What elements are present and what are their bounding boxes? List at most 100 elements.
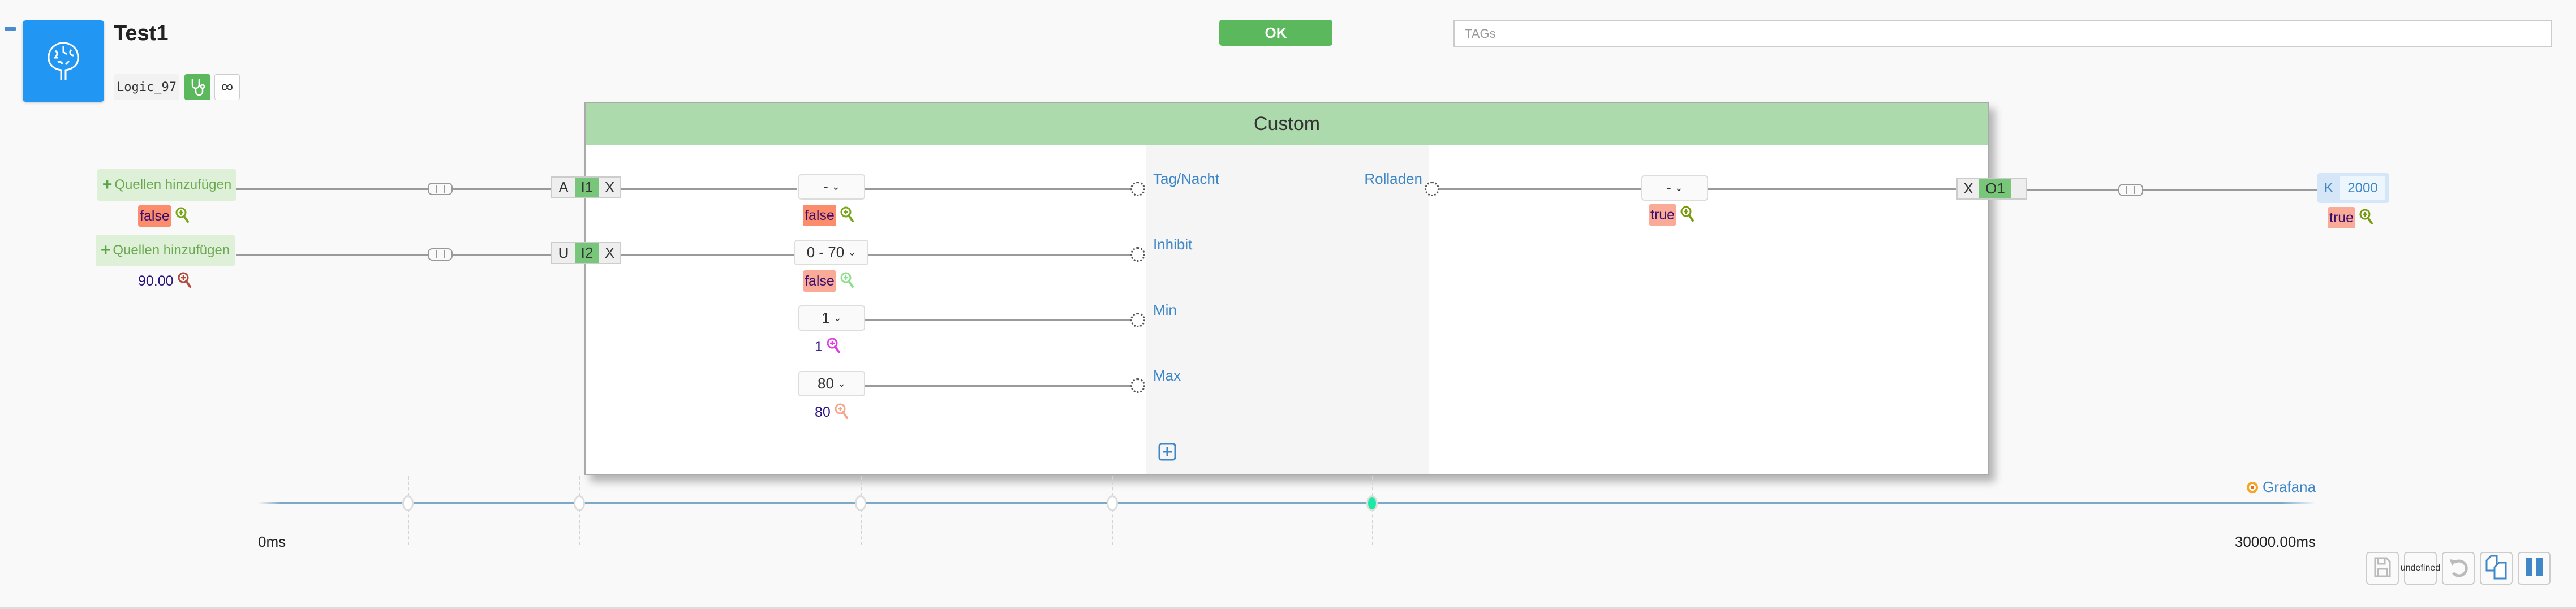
pause-icon [2525, 557, 2544, 580]
connection-line [868, 254, 1130, 256]
timeline-handle[interactable] [574, 495, 585, 511]
value-display: false [803, 270, 854, 292]
debug-button[interactable] [184, 74, 210, 100]
timeline-handle[interactable] [855, 495, 866, 511]
value-display: false [803, 205, 854, 226]
tags-input[interactable] [1453, 20, 2552, 47]
value-display: 90.00 [138, 270, 192, 292]
add-source-label: Quellen hinzufügen [114, 177, 232, 192]
timeline-track[interactable] [258, 502, 2316, 504]
output-port-o1[interactable]: X O1 [1956, 178, 2027, 200]
value-badge: 80 [815, 404, 831, 420]
remove-port-button[interactable]: X [599, 178, 620, 197]
plus-icon: + [102, 175, 113, 194]
add-source-button[interactable]: + Quellen hinzufügen [97, 169, 236, 201]
ok-button[interactable]: OK [1219, 20, 1332, 46]
dropdown-value: 80 [817, 375, 834, 392]
param-dropdown[interactable]: - ⌄ [798, 174, 865, 200]
save-icon [2373, 556, 2392, 581]
zoom-in-icon[interactable] [2359, 208, 2373, 228]
zoom-in-icon[interactable] [1680, 205, 1695, 225]
param-dropdown[interactable]: 80 ⌄ [798, 371, 865, 396]
dropdown-value: - [1666, 179, 1671, 196]
port-type: A [558, 179, 569, 196]
zoom-in-icon[interactable] [840, 271, 854, 291]
value-badge: false [803, 205, 836, 226]
value-badge: 1 [815, 338, 823, 355]
connection-line [2027, 189, 2317, 191]
trash-icon: undefined [2400, 563, 2441, 573]
dropdown-value: 0 - 70 [806, 244, 845, 261]
connection-line [865, 385, 1130, 387]
zoom-in-icon[interactable] [834, 403, 849, 422]
target-type: K [2324, 180, 2333, 196]
value-badge: 90.00 [138, 273, 174, 289]
collapse-button[interactable] [5, 27, 16, 31]
timeline-handle[interactable] [402, 495, 414, 511]
timeline-handle[interactable] [1107, 495, 1118, 511]
param-dropdown[interactable]: 1 ⌄ [798, 305, 865, 331]
chevron-down-icon: ⌄ [1674, 182, 1683, 193]
block-header[interactable]: Custom [586, 103, 1988, 145]
output-label: Rolladen [1364, 170, 1422, 187]
input-port-i2[interactable]: U I2 X [551, 242, 621, 264]
connection-line [865, 319, 1130, 321]
plus-icon: + [100, 241, 111, 260]
delete-button[interactable]: undefined [2400, 552, 2441, 585]
value-display: 80 [815, 401, 849, 423]
port-name: O1 [1979, 179, 2011, 198]
link-connector-icon[interactable] [2118, 184, 2143, 196]
param-dropdown[interactable]: 0 - 70 ⌄ [794, 240, 868, 265]
save-button[interactable] [2366, 552, 2399, 585]
dropdown-value: 1 [822, 309, 830, 326]
zoom-in-icon[interactable] [840, 206, 854, 226]
remove-port-button[interactable]: X [599, 243, 620, 263]
pause-button[interactable] [2518, 552, 2551, 585]
port-name: I2 [575, 243, 599, 263]
undo-button[interactable] [2442, 552, 2475, 585]
add-source-label: Quellen hinzufügen [113, 243, 230, 258]
connection-line [621, 254, 797, 256]
timeline-start-label: 0ms [258, 533, 286, 550]
copy-button[interactable] [2480, 552, 2513, 585]
param-port[interactable] [1130, 182, 1145, 196]
value-badge: false [803, 270, 836, 292]
link-connector-icon[interactable] [428, 248, 453, 261]
zoom-in-icon[interactable] [826, 337, 841, 357]
page-title: Test1 [114, 21, 169, 45]
dropdown-value: - [823, 178, 828, 195]
param-port[interactable] [1130, 313, 1145, 327]
grafana-link[interactable]: Grafana [2246, 478, 2316, 496]
grafana-icon [2247, 481, 2258, 493]
value-badge: true [2328, 207, 2356, 228]
output-dropdown[interactable]: - ⌄ [1641, 175, 1708, 201]
connection-line [236, 254, 551, 256]
value-display: true [2328, 207, 2373, 228]
grafana-label: Grafana [2263, 478, 2316, 495]
output-port[interactable] [1425, 182, 1439, 196]
add-source-button[interactable]: + Quellen hinzufügen [96, 235, 235, 266]
timeline-handle[interactable] [1366, 495, 1378, 511]
block-title: Custom [1253, 113, 1321, 135]
param-label: Inhibit [1153, 236, 1193, 253]
connection-line [236, 188, 551, 190]
add-param-button[interactable] [1158, 443, 1176, 464]
chevron-down-icon: ⌄ [837, 378, 846, 389]
connection-line [621, 188, 797, 190]
param-port[interactable] [1130, 378, 1145, 393]
value-badge: true [1649, 204, 1677, 226]
port-name: I1 [575, 178, 599, 197]
infinity-button[interactable]: ∞ [214, 74, 240, 100]
zoom-in-icon[interactable] [175, 206, 190, 226]
zoom-in-icon[interactable] [177, 271, 192, 291]
chevron-down-icon: ⌄ [833, 312, 842, 323]
timeline-end-label: 30000.00ms [2234, 533, 2316, 550]
custom-block: Custom [584, 102, 1989, 475]
input-port-i1[interactable]: A I1 X [551, 176, 621, 198]
param-port[interactable] [1130, 247, 1145, 262]
block-ports-column [1146, 145, 1429, 474]
param-label: Max [1153, 367, 1181, 384]
output-target[interactable]: K 2000 [2317, 173, 2389, 203]
link-connector-icon[interactable] [428, 183, 453, 195]
remove-port-button[interactable]: X [1958, 179, 1979, 198]
